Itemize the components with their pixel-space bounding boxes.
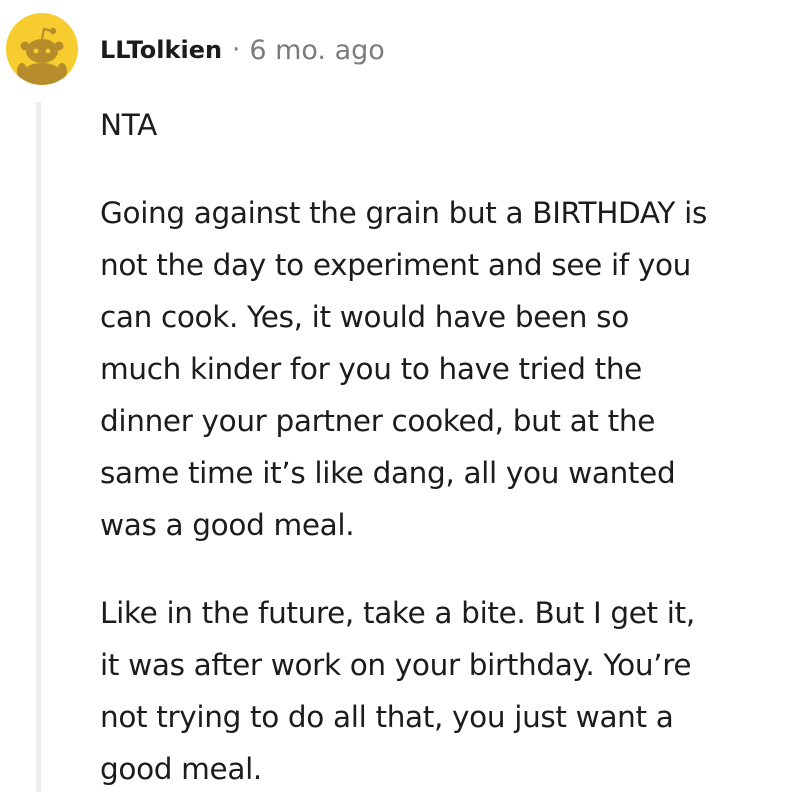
text-line: not the day to experiment and see if you bbox=[100, 248, 692, 282]
thread-collapse-line[interactable] bbox=[36, 102, 41, 792]
author-username[interactable]: LLTolkien bbox=[100, 36, 222, 64]
text-line: dinner your partner cooked, but at the bbox=[100, 404, 656, 438]
comment-paragraph: NTA bbox=[100, 99, 799, 151]
text-line: Going against the grain but a BIRTHDAY i… bbox=[100, 196, 707, 230]
text-line: was a good meal. bbox=[100, 508, 355, 542]
text-line: much kinder for you to have tried the bbox=[100, 352, 642, 386]
meta-separator: · bbox=[232, 35, 241, 65]
comment-paragraph: Like in the future, take a bite. But I g… bbox=[100, 587, 799, 792]
text-line: same time it’s like dang, all you wanted bbox=[100, 456, 676, 490]
text-line: good meal. bbox=[100, 752, 262, 786]
text-line: NTA bbox=[100, 108, 157, 142]
comment-body: NTA Going against the grain but a BIRTHD… bbox=[100, 99, 799, 792]
snoo-avatar-icon bbox=[6, 13, 78, 85]
text-line: Like in the future, take a bite. But I g… bbox=[100, 596, 695, 630]
comment-timestamp[interactable]: 6 mo. ago bbox=[249, 35, 384, 66]
text-line: can cook. Yes, it would have been so bbox=[100, 300, 629, 334]
comment-header: LLTolkien · 6 mo. ago bbox=[100, 30, 385, 70]
text-line: not trying to do all that, you just want… bbox=[100, 700, 674, 734]
avatar[interactable] bbox=[6, 13, 78, 85]
comment-paragraph: Going against the grain but a BIRTHDAY i… bbox=[100, 187, 799, 551]
text-line: it was after work on your birthday. You’… bbox=[100, 648, 692, 682]
